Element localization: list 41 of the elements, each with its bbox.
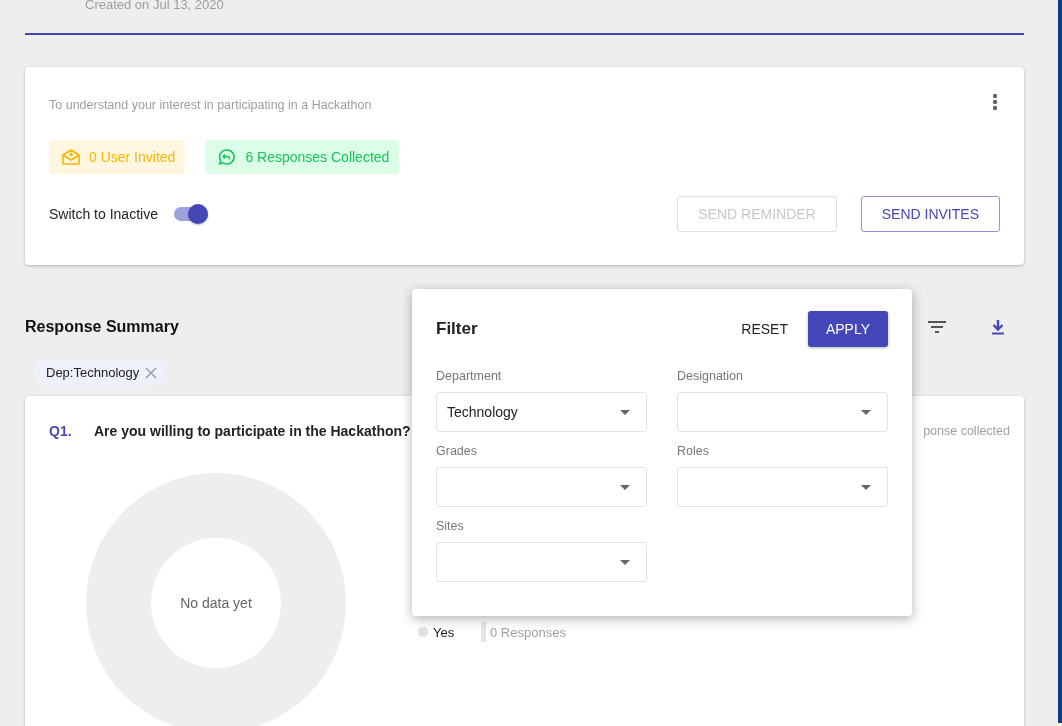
toggle-label: Switch to Inactive <box>49 206 158 222</box>
dropdown-caret-icon <box>620 409 630 415</box>
dropdown-field[interactable] <box>677 467 888 507</box>
dropdown-caret-icon <box>620 484 630 490</box>
dropdown-field[interactable] <box>677 392 888 432</box>
close-icon[interactable] <box>145 366 158 379</box>
apply-button[interactable]: APPLY <box>808 311 888 347</box>
field-label: Sites <box>436 519 465 535</box>
survey-description: To understand your interest in participating in a Hackathon <box>49 98 372 112</box>
field-label: Designation <box>677 369 744 385</box>
invited-count-badge: 0 User Invited <box>49 140 186 174</box>
envelope-icon <box>61 148 81 166</box>
reset-button[interactable]: RESET <box>737 311 792 347</box>
chat-reply-icon <box>217 148 238 166</box>
created-date: Created on Jul 13, 2020 <box>85 0 225 13</box>
send-invites-button[interactable]: SEND INVITES <box>860 196 1000 232</box>
empty-chart-text: No data yet <box>179 595 253 611</box>
filter-icon[interactable] <box>927 320 947 334</box>
legend-dot <box>418 627 428 637</box>
responses-count-badge: 6 Responses Collected <box>205 140 400 174</box>
field-label: Roles <box>677 444 710 460</box>
field-label: Grades <box>436 444 478 460</box>
question-text: Are you willing to participate in the Hackathon? <box>94 423 411 439</box>
filter-title: Filter <box>436 319 478 339</box>
dropdown-caret-icon <box>620 559 630 565</box>
field-label: Department <box>436 369 503 385</box>
dropdown-field[interactable] <box>436 542 647 582</box>
dropdown-caret-icon <box>861 484 871 490</box>
question-number: Q1. <box>49 423 73 439</box>
dropdown-field[interactable]: Technology <box>436 392 647 432</box>
filter-chip[interactable]: Dep:Technology <box>33 359 166 386</box>
response-count: 0 Responses <box>490 624 566 640</box>
response-bar <box>481 622 486 642</box>
response-status: ponse collected <box>923 424 1010 438</box>
dropdown-caret-icon <box>861 409 871 415</box>
dropdown-field[interactable] <box>436 467 647 507</box>
toggle-switch[interactable] <box>173 207 208 221</box>
download-icon[interactable] <box>991 319 1005 335</box>
more-options-icon[interactable] <box>992 93 998 111</box>
section-title: Response Summary <box>25 318 179 336</box>
legend-label: Yes <box>433 624 456 640</box>
